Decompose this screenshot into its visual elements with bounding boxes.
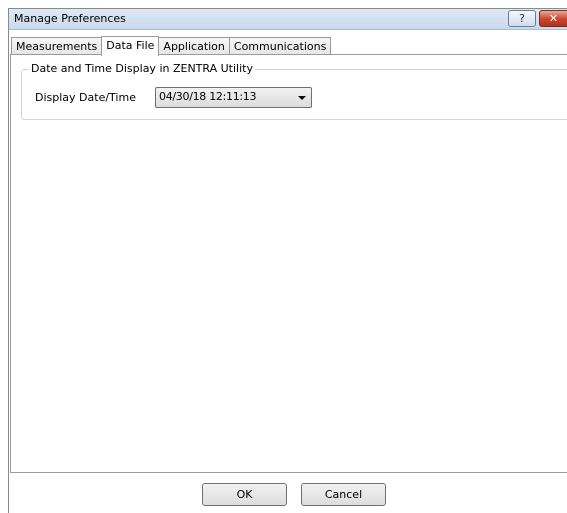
title-bar[interactable]: Manage Preferences ? ✕ xyxy=(9,9,567,30)
tab-communications[interactable]: Communications xyxy=(228,37,332,55)
ok-button[interactable]: OK xyxy=(202,483,287,506)
manage-preferences-dialog: Manage Preferences ? ✕ Measurements Data… xyxy=(8,8,567,513)
dropdown-selected-value: 04/30/18 12:11:13 xyxy=(159,90,257,103)
group-legend: Date and Time Display in ZENTRA Utility xyxy=(29,62,255,75)
window-title: Manage Preferences xyxy=(14,12,126,25)
datetime-display-group: Date and Time Display in ZENTRA Utility … xyxy=(21,62,567,120)
close-button[interactable]: ✕ xyxy=(539,10,567,27)
help-button[interactable]: ? xyxy=(508,10,536,27)
tab-strip: Measurements Data File Application Commu… xyxy=(11,36,332,56)
tab-measurements[interactable]: Measurements xyxy=(11,37,103,55)
tab-panel-data-file: Date and Time Display in ZENTRA Utility … xyxy=(10,54,567,473)
display-datetime-label: Display Date/Time xyxy=(35,91,136,104)
tab-data-file[interactable]: Data File xyxy=(101,36,160,56)
display-datetime-dropdown[interactable]: 04/30/18 12:11:13 xyxy=(155,87,312,108)
tab-application[interactable]: Application xyxy=(158,37,230,55)
cancel-button[interactable]: Cancel xyxy=(301,483,386,506)
chevron-down-icon[interactable] xyxy=(298,96,306,100)
